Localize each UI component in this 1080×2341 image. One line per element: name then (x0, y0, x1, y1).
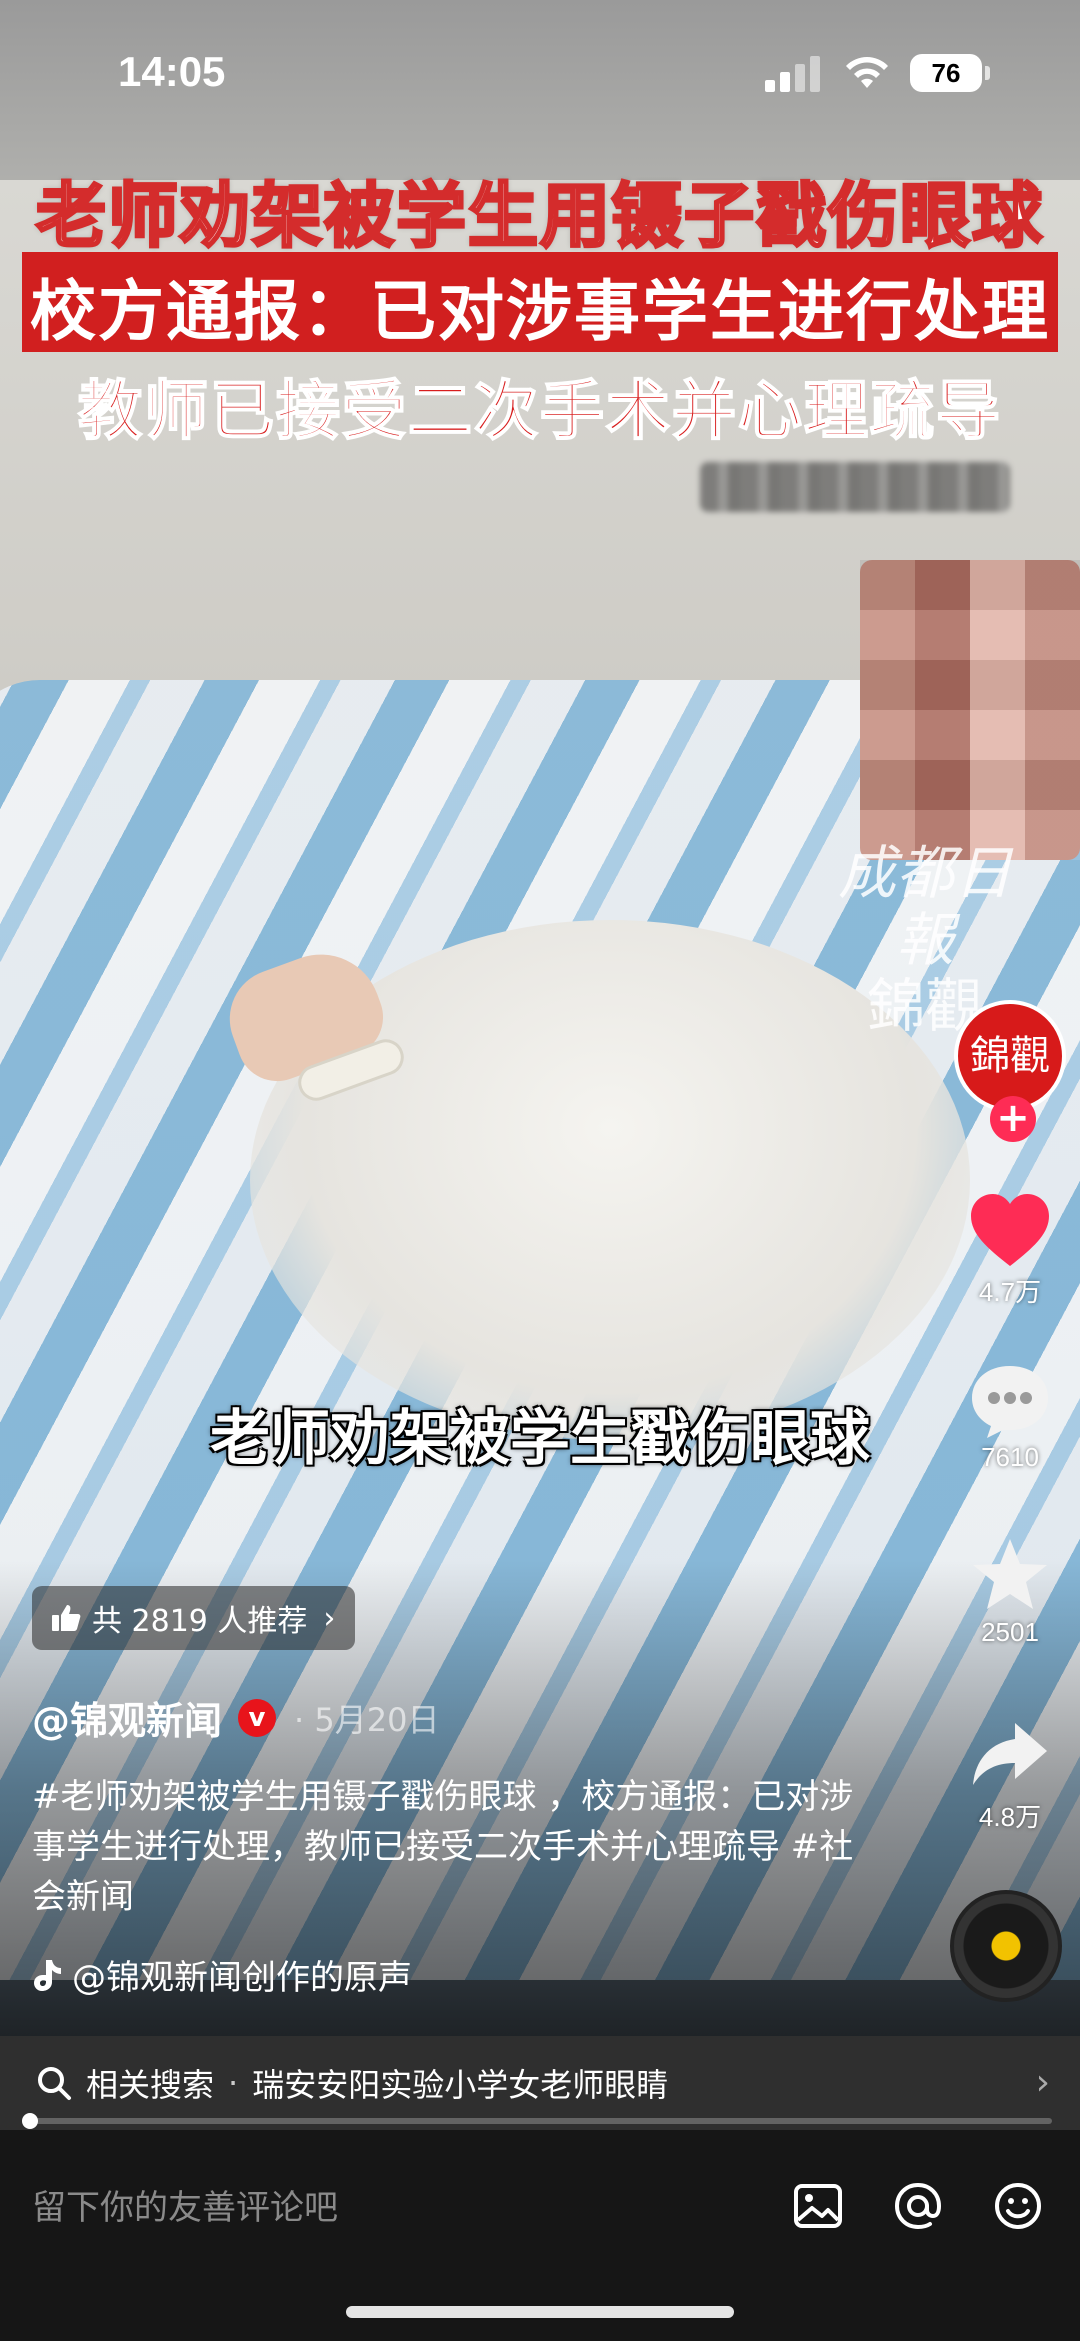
music-disc-icon[interactable] (950, 1890, 1062, 2002)
video-subtitle: 老师劝架被学生戳伤眼球 (210, 1404, 870, 1474)
wifi-icon (846, 57, 888, 88)
comment-icon (972, 1366, 1048, 1438)
video-progress-bar[interactable] (28, 2118, 1052, 2124)
post-date: · 5月20日 (294, 1700, 440, 1739)
post-description[interactable]: #老师劝架被学生用镊子戳伤眼球 ，校方通报：已对涉事学生进行处理，教师已接受二次… (32, 1772, 862, 1922)
home-indicator (346, 2306, 734, 2318)
thumbs-up-icon (52, 1605, 81, 1631)
share-icon (973, 1723, 1047, 1785)
search-icon (38, 2067, 71, 2100)
recommend-label: 共 2819 人推荐 (92, 1604, 308, 1639)
like-icon (971, 1194, 1049, 1266)
video-progress-handle[interactable] (22, 2113, 38, 2129)
status-time: 14:05 (118, 48, 226, 95)
related-search-separator: · (228, 2064, 239, 2102)
comment-bar: 留下你的友善评论吧 (0, 2130, 1080, 2341)
like-count: 4.7万 (978, 1277, 1042, 1307)
headline-line-1: 老师劝架被学生用镊子戳伤眼球 (35, 174, 1044, 259)
related-search-prefix: 相关搜索 (86, 2066, 215, 2104)
comment-button[interactable]: 7610 (940, 1360, 1080, 1473)
star-icon (973, 1539, 1047, 1609)
verified-badge-icon: v (238, 1698, 277, 1737)
related-search-chevron-icon: › (1035, 2062, 1050, 2103)
comment-count: 7610 (981, 1442, 1039, 1472)
headline-line-2: 校方通报：已对涉事学生进行处理 (30, 273, 1050, 350)
music-note-icon (34, 1959, 61, 1991)
watermark-line-1: 成都日報 (837, 839, 1012, 974)
blurred-text (700, 462, 1010, 512)
share-count: 4.8万 (978, 1802, 1042, 1832)
music-label: @锦观新闻创作的原声 (72, 1958, 412, 1998)
emoji-icon[interactable] (992, 2180, 1044, 2232)
related-search-bar[interactable]: 相关搜索 · 瑞安安阳实验小学女老师眼睛 › (0, 2036, 1080, 2130)
music-line[interactable]: @锦观新闻创作的原声 (32, 1950, 412, 1999)
favorite-count: 2501 (981, 1617, 1039, 1647)
status-bar: 14:05 76 (0, 0, 1080, 140)
author-name[interactable]: @锦观新闻 (32, 1690, 222, 1745)
pixelated-face (860, 560, 1080, 860)
battery-indicator: 76 (910, 54, 990, 92)
at-icon[interactable] (892, 2180, 944, 2232)
image-icon[interactable] (792, 2180, 844, 2232)
share-button[interactable]: 4.8万 (940, 1715, 1080, 1834)
like-button[interactable]: 4.7万 (940, 1190, 1080, 1309)
favorite-button[interactable]: 2501 (940, 1535, 1080, 1648)
comment-input[interactable]: 留下你的友善评论吧 (32, 2180, 338, 2229)
recommend-chip[interactable]: 共 2819 人推荐 › (32, 1586, 356, 1650)
related-search-query: 瑞安安阳实验小学女老师眼睛 (252, 2066, 669, 2104)
cellular-signal-icon (765, 56, 825, 92)
recommend-chevron-icon: › (323, 1600, 336, 1636)
headline-line-3: 教师已接受二次手术并心理疏导 (77, 374, 1002, 450)
author-line: @锦观新闻 v · 5月20日 (32, 1690, 439, 1745)
follow-button[interactable]: + (990, 1096, 1036, 1142)
